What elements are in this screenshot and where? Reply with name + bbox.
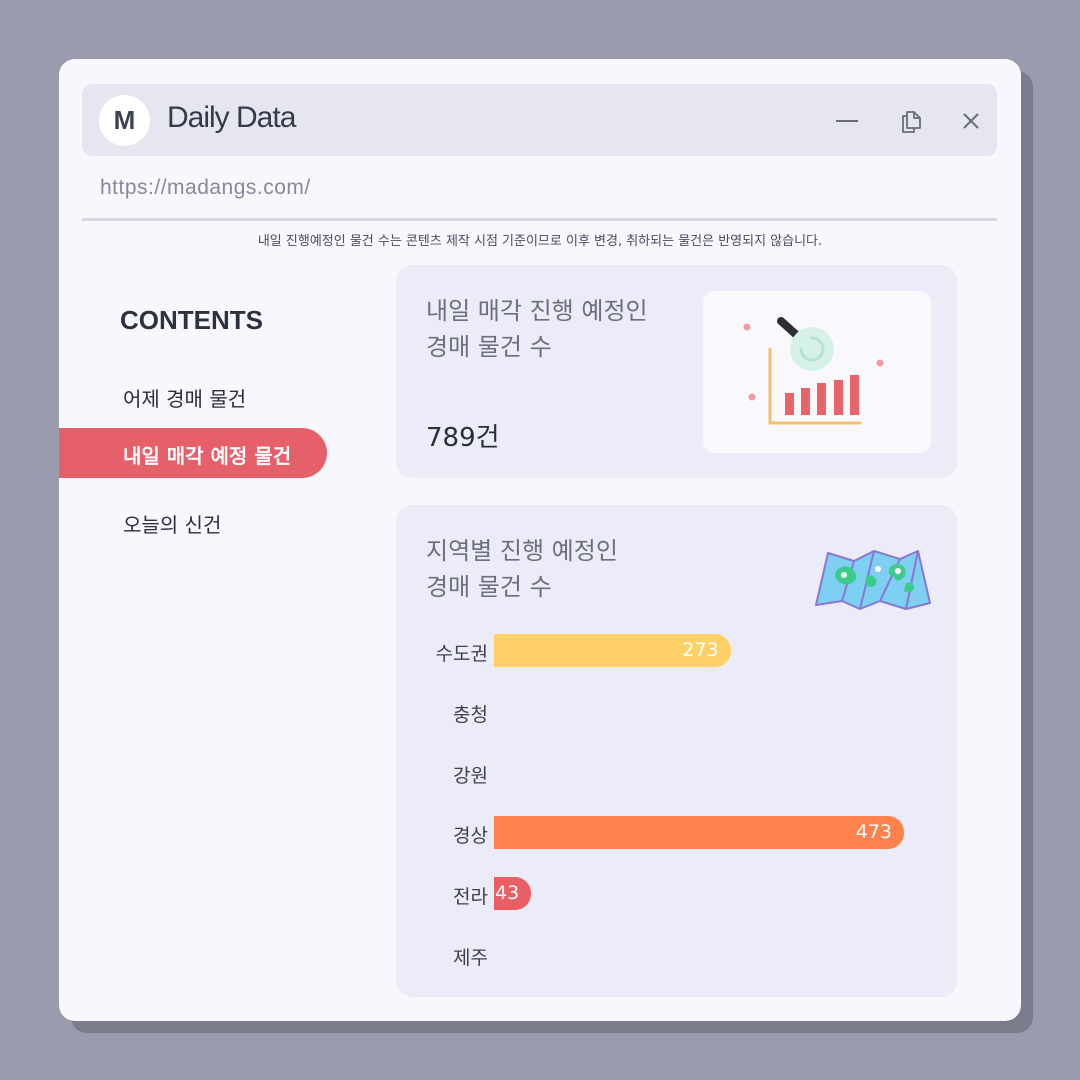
bar-label: 충청 xyxy=(453,703,488,726)
close-icon xyxy=(963,113,979,129)
address-bar-divider xyxy=(82,218,997,221)
summary-card: 내일 매각 진행 예정인 경매 물건 수 789건 xyxy=(396,265,957,478)
contents-heading: CONTENTS xyxy=(120,305,263,335)
close-button[interactable] xyxy=(956,106,986,136)
bar-label: 제주 xyxy=(453,947,488,969)
region-title-line1: 지역별 진행 예정인 xyxy=(426,537,618,565)
bar-value-label: 473 xyxy=(855,821,892,844)
bar-value-label: 43 xyxy=(495,882,520,905)
nav-item-tomorrow-sales[interactable]: 내일 매각 예정 물건 xyxy=(59,428,327,478)
bar: 473 xyxy=(494,816,904,850)
nav-item-label: 내일 매각 예정 물건 xyxy=(123,444,292,468)
bar-label: 수도권 xyxy=(435,643,488,665)
region-card: 지역별 진행 예정인 경매 물건 수 수도권 273 충청강원경상 473 전라 43 제주 xyxy=(396,505,957,997)
notice-text: 내일 진행예정인 물건 수는 콘텐츠 제작 시점 기준이므로 이후 변경, 취하… xyxy=(257,234,823,249)
nav-item-today-new[interactable]: 오늘의 신건 xyxy=(123,509,221,538)
bar-label: 전라 xyxy=(453,886,488,909)
summary-card-title: 내일 매각 진행 예정인 경매 물건 수 xyxy=(426,293,686,365)
summary-title-line1: 내일 매각 진행 예정인 xyxy=(426,297,648,325)
region-card-title: 지역별 진행 예정인 경매 물건 수 xyxy=(426,533,686,605)
bar: 273 xyxy=(494,634,731,667)
app-title: Daily Data xyxy=(167,101,296,134)
minimize-icon xyxy=(836,120,858,122)
region-title-line2: 경매 물건 수 xyxy=(426,573,552,601)
restore-button[interactable] xyxy=(896,106,926,136)
bar: 43 xyxy=(494,877,532,911)
auction-count: 789건 xyxy=(426,423,500,453)
app-logo: M xyxy=(99,95,150,146)
bar-chart-magnifier-icon xyxy=(743,317,884,425)
nav-item-yesterday-auctions[interactable]: 어제 경매 물건 xyxy=(123,383,246,412)
folded-map-icon xyxy=(815,550,931,610)
summary-title-line2: 경매 물건 수 xyxy=(426,333,552,361)
copy-window-icon xyxy=(902,111,921,133)
title-bar: M Daily Data xyxy=(82,84,997,156)
address-bar-url[interactable]: https://madangs.com/ xyxy=(100,176,311,200)
minimize-button[interactable] xyxy=(832,106,862,136)
bar-label: 경상 xyxy=(453,825,488,848)
bar-value-label: 273 xyxy=(682,639,719,661)
illustration-box xyxy=(703,291,931,453)
app-window: M Daily Data https://madangs.com/ 내일 진행예… xyxy=(59,59,1021,1021)
bar-label: 강원 xyxy=(453,764,488,787)
